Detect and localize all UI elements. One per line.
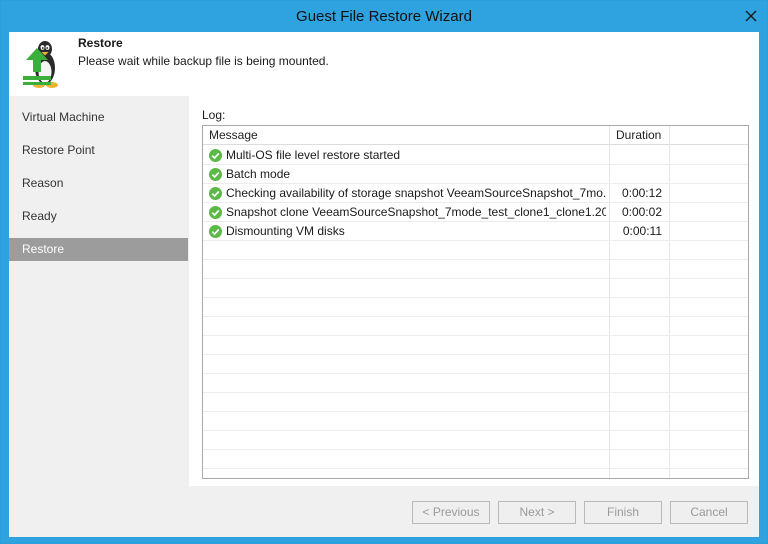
column-header-duration[interactable]: Duration (616, 126, 661, 145)
log-duration (609, 165, 662, 184)
nav-step-restore[interactable]: Restore (9, 238, 188, 261)
step-title: Restore (78, 36, 123, 50)
nav-step-ready[interactable]: Ready (9, 205, 188, 228)
empty-row (203, 374, 748, 393)
wizard-window: Guest File Restore Wizard Restore Please… (0, 0, 768, 544)
log-label: Log: (202, 108, 226, 122)
log-duration: 0:00:11 (622, 224, 662, 238)
empty-row (203, 317, 748, 336)
cancel-button[interactable]: Cancel (670, 501, 748, 524)
empty-row (203, 431, 748, 450)
success-check-icon (209, 225, 222, 238)
success-check-icon (209, 149, 222, 162)
close-icon[interactable] (744, 9, 758, 23)
nav-step-virtual-machine[interactable]: Virtual Machine (9, 106, 188, 129)
log-message: Multi-OS file level restore started (226, 148, 401, 162)
success-check-icon (209, 206, 222, 219)
restore-log-panel: Log: Message Duration Multi-OS file leve… (189, 96, 759, 486)
title-bar[interactable]: Guest File Restore Wizard (1, 1, 767, 32)
window-title: Guest File Restore Wizard (296, 8, 472, 25)
log-row[interactable]: Snapshot clone VeeamSourceSnapshot_7mode… (203, 203, 748, 222)
nav-step-restore-point[interactable]: Restore Point (9, 139, 188, 162)
wizard-footer: < Previous Next > Finish Cancel (9, 486, 759, 537)
log-table[interactable]: Message Duration Multi-OS file level res… (202, 125, 749, 479)
wizard-steps-nav: Virtual Machine Restore Point Reason Rea… (9, 96, 188, 486)
empty-row (203, 298, 748, 317)
log-duration: 0:00:02 (621, 205, 662, 219)
log-message: Checking availability of storage snapsho… (226, 186, 606, 200)
empty-row (203, 412, 748, 431)
success-check-icon (209, 187, 222, 200)
next-button[interactable]: Next > (498, 501, 576, 524)
log-message: Dismounting VM disks (226, 224, 345, 238)
empty-row (203, 355, 748, 374)
empty-row (203, 279, 748, 298)
step-header: Restore Please wait while backup file is… (9, 32, 759, 96)
nav-step-reason[interactable]: Reason (9, 172, 188, 195)
previous-button[interactable]: < Previous (412, 501, 490, 524)
log-message: Snapshot clone VeeamSourceSnapshot_7mode… (226, 205, 606, 219)
log-duration: 0:00:12 (621, 186, 662, 200)
empty-row (203, 450, 748, 469)
empty-row (203, 260, 748, 279)
column-header-message[interactable]: Message (209, 126, 258, 145)
linux-penguin-upload-icon (17, 38, 73, 92)
log-row[interactable]: Batch mode (203, 165, 748, 184)
log-table-header: Message Duration (203, 126, 748, 145)
log-row[interactable]: Dismounting VM disks 0:00:11 (203, 222, 748, 241)
empty-row (203, 241, 748, 260)
log-message: Batch mode (226, 167, 291, 181)
log-row[interactable]: Multi-OS file level restore started (203, 146, 748, 165)
step-subtitle: Please wait while backup file is being m… (78, 54, 329, 68)
empty-row (203, 393, 748, 412)
success-check-icon (209, 168, 222, 181)
wizard-client-area: Restore Please wait while backup file is… (9, 32, 759, 537)
log-row[interactable]: Checking availability of storage snapsho… (203, 184, 748, 203)
empty-row (203, 336, 748, 355)
finish-button[interactable]: Finish (584, 501, 662, 524)
log-duration (609, 146, 662, 165)
